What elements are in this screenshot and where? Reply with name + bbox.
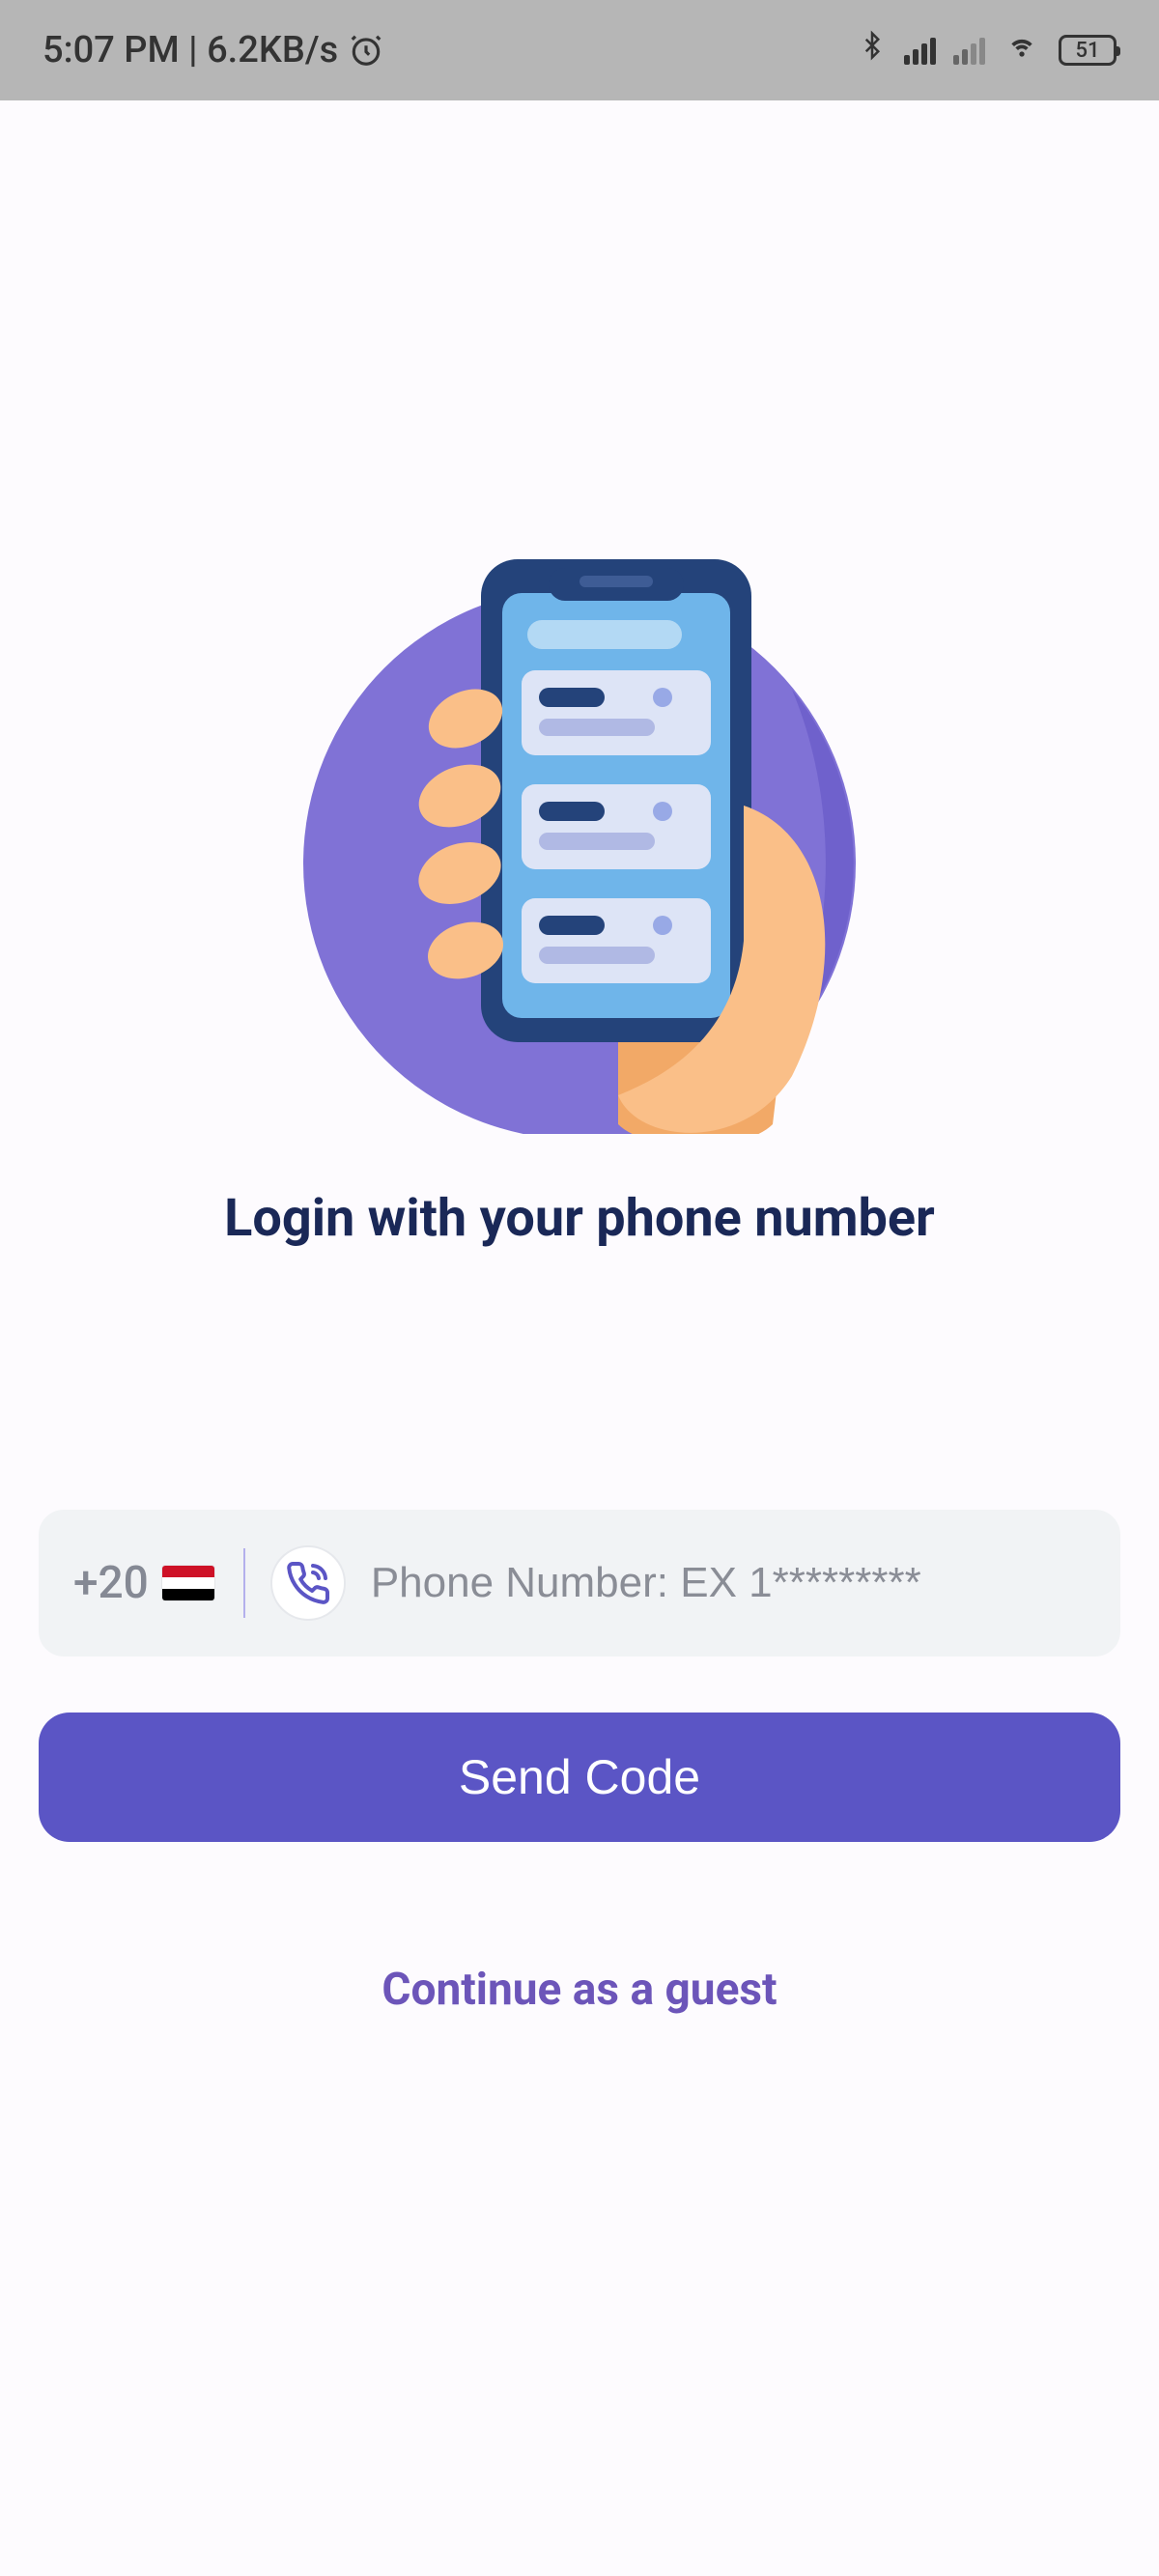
status-right: 51 xyxy=(858,28,1117,72)
alarm-icon xyxy=(348,32,384,69)
send-code-button[interactable]: Send Code xyxy=(39,1713,1120,1842)
bluetooth-icon xyxy=(858,28,887,72)
battery-icon: 51 xyxy=(1059,35,1117,66)
status-left: 5:07 PM | 6.2KB/s xyxy=(42,29,384,71)
signal-icon-secondary xyxy=(953,36,985,65)
signal-icon xyxy=(904,36,936,65)
phone-number-input[interactable] xyxy=(371,1559,1086,1607)
flag-egypt-icon xyxy=(162,1566,214,1600)
status-time-text: 5:07 PM | 6.2KB/s xyxy=(42,29,338,71)
country-code-selector[interactable]: +20 xyxy=(73,1557,243,1609)
phone-input-row: +20 xyxy=(39,1510,1120,1656)
divider xyxy=(243,1548,245,1618)
wifi-icon xyxy=(1003,29,1041,71)
battery-level: 51 xyxy=(1075,39,1099,63)
status-bar: 5:07 PM | 6.2KB/s 51 xyxy=(0,0,1159,100)
phone-call-icon xyxy=(270,1545,346,1621)
continue-as-guest-link[interactable]: Continue as a guest xyxy=(39,1964,1120,2016)
illustration-wrapper xyxy=(39,100,1120,1134)
login-title: Login with your phone number xyxy=(39,1188,1120,1249)
login-screen: Login with your phone number +20 Send Co… xyxy=(0,100,1159,2016)
hand-holding-phone-illustration xyxy=(290,554,869,1134)
country-code-text: +20 xyxy=(73,1557,149,1609)
